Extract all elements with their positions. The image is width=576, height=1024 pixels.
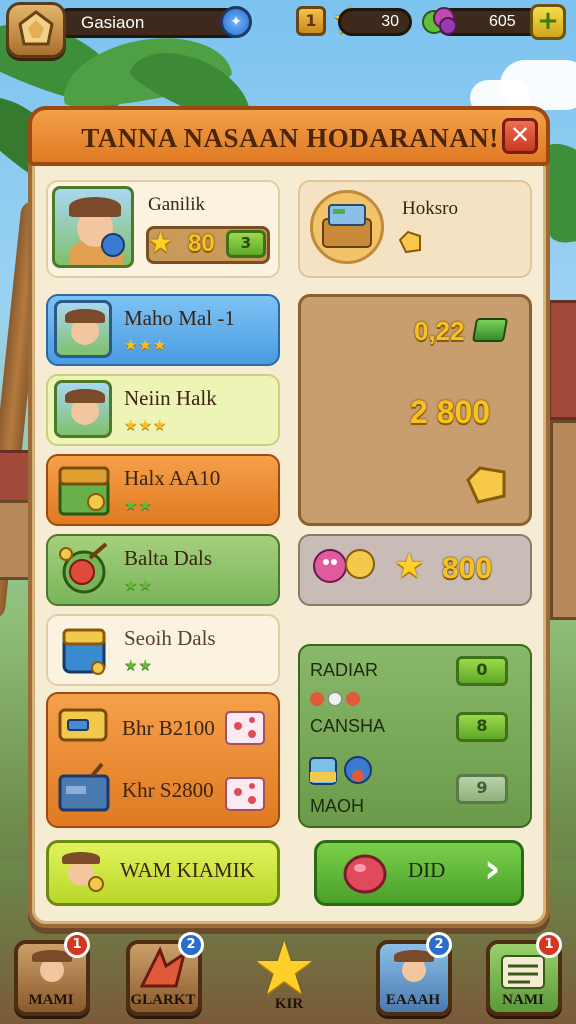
house-roof (548, 300, 576, 420)
gold-nugget-icon (398, 230, 421, 254)
quest-stars: ★★★ (124, 336, 168, 354)
setting-label: MAOH (310, 796, 364, 816)
quest-title: Balta Dals (124, 546, 213, 570)
top-hud: Gasiaon ✦ 1 ★ 30 605 + (0, 0, 576, 58)
nav-label: GLARKT (130, 992, 196, 1008)
shop-register-icon (310, 190, 384, 264)
notification-badge: 1 (64, 932, 90, 958)
toolbox-icon (58, 762, 110, 812)
quest-title: Neiin Halk (124, 386, 217, 410)
right-action-label: DID (408, 858, 446, 882)
emblem-icon (18, 10, 54, 46)
add-gems-button[interactable]: + (530, 4, 566, 40)
quest-title: Seoih Dals (124, 626, 216, 650)
footer-avatar (56, 846, 108, 898)
candy-icon (343, 854, 387, 894)
chevron-right-icon: › (484, 846, 501, 892)
toy-icons (309, 756, 372, 785)
close-button[interactable]: ✕ (502, 118, 538, 154)
treasure-chest-icon (58, 466, 110, 516)
level-badge: 1 (296, 6, 326, 36)
quest-title: Maho Mal -1 (124, 306, 235, 330)
profile-name: Ganilik (148, 194, 205, 215)
stars-counter: 30 (338, 8, 412, 36)
reward-value-1: 0,22 (414, 316, 465, 346)
green-gem-icon (471, 318, 509, 342)
setting-toggle[interactable]: 8 (456, 712, 508, 742)
player-name: Gasiaon (81, 13, 145, 32)
chest-title[interactable]: Khr S2800 (122, 778, 214, 803)
gem-cluster-icon (422, 7, 457, 35)
quest-stars: ★★ (124, 576, 153, 594)
notification-badge: 2 (178, 932, 204, 958)
setting-toggle[interactable]: 0 (456, 656, 508, 686)
bucket-icon (62, 628, 106, 675)
quest-avatar (54, 380, 112, 438)
notification-badge: 2 (426, 932, 452, 958)
quest-stars: ★★ (124, 656, 153, 674)
quest-stars: ★★★ (124, 416, 168, 434)
profile-emblem[interactable] (6, 2, 66, 58)
setting-toggle[interactable]: 9 (456, 774, 508, 804)
stars-reward-value: 800 (442, 552, 493, 585)
quest-stars: ★★ (124, 496, 153, 514)
house (550, 420, 576, 620)
setting-label: RADIAR (310, 660, 379, 680)
cooking-pot-icon (59, 542, 108, 594)
profile-score-badge: 3 (226, 230, 266, 258)
player-avatar (52, 186, 134, 268)
notification-badge: 1 (536, 932, 562, 958)
reward-value-2: 2 800 (410, 394, 491, 430)
monster-toys-icon (313, 549, 375, 583)
gems-count: 605 (489, 13, 516, 30)
nav-label: EAAAH (385, 992, 441, 1008)
star-icon: ★ (394, 546, 425, 586)
star-icon: ★ (148, 226, 174, 259)
list-icon (501, 955, 545, 989)
chest-title[interactable]: Bhr B2100 (122, 716, 215, 741)
nav-label: NAMI (502, 992, 544, 1008)
setting-label: CANSHA (310, 716, 386, 736)
nav-label: MAMI (28, 992, 74, 1008)
left-action-label: WAM KIAMIK (120, 858, 255, 882)
gold-nugget-icon (466, 466, 506, 504)
gift-box-icon (225, 711, 265, 745)
compass-icon[interactable]: ✦ (220, 6, 252, 38)
fruit-icons (310, 690, 370, 710)
shop-label: Hoksro (402, 198, 458, 219)
gift-box-icon (225, 777, 265, 811)
panel-title: TANNA NASAAN HODARANAN! (81, 123, 499, 153)
player-name-bar[interactable]: Gasiaon (54, 8, 246, 38)
chest-icon (58, 708, 108, 742)
quest-title: Halx AA10 (124, 466, 221, 490)
stars-count: 30 (381, 13, 399, 30)
nav-label: KIR (274, 996, 304, 1012)
profile-score: 80 (188, 230, 215, 257)
quest-avatar (54, 300, 112, 358)
